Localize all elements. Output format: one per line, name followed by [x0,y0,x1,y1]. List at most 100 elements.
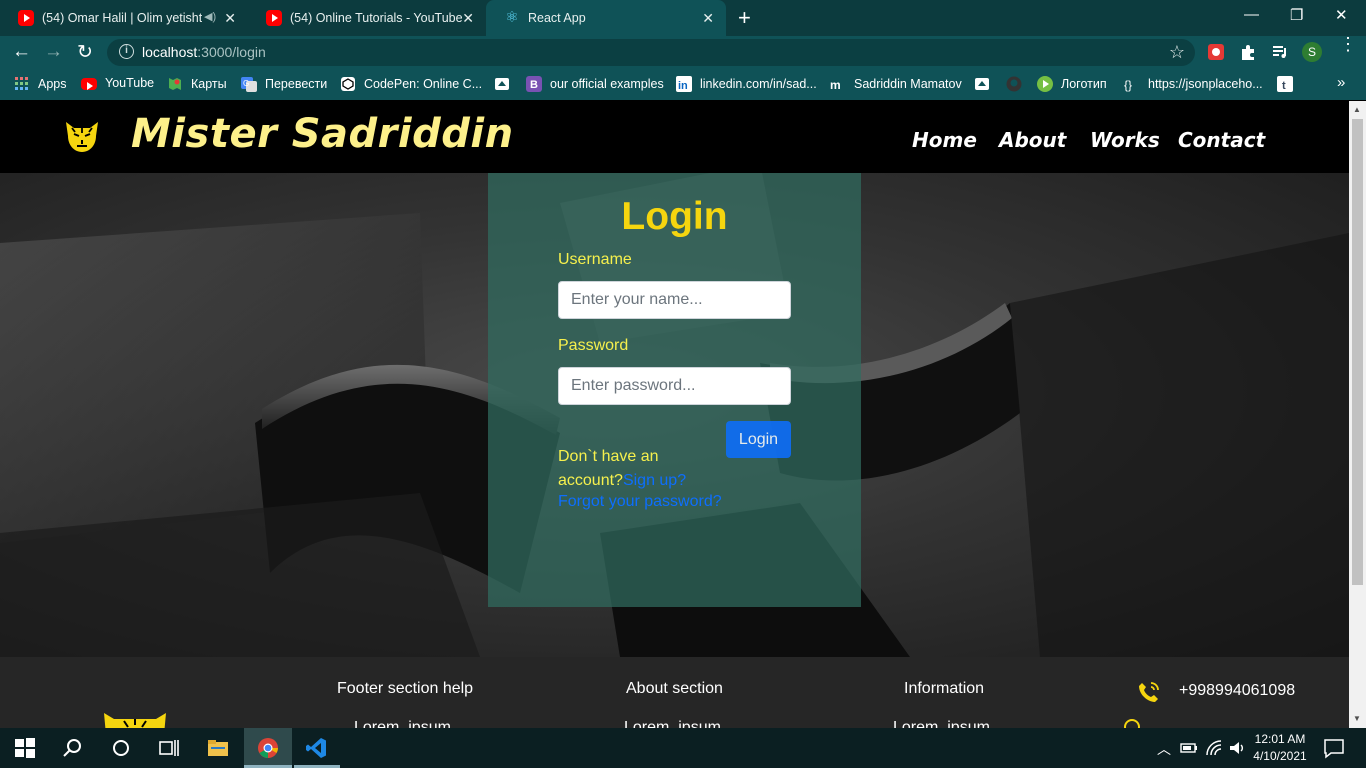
bookmark-maps[interactable]: Карты [167,76,227,92]
signup-link[interactable]: Sign up? [623,472,686,489]
play-icon [1037,76,1053,92]
login-button[interactable]: Login [726,421,791,458]
scroll-down-icon[interactable]: ▼ [1353,714,1361,723]
apps-grid-icon [15,77,28,90]
bookmark-linkedin[interactable]: in linkedin.com/in/sad... [676,76,817,92]
clock-time: 12:01 AM [1254,732,1306,746]
scrollbar-thumb[interactable] [1352,119,1363,585]
login-card: Login Username Password Login Don`t have… [488,173,861,607]
notifications-icon[interactable] [1323,737,1345,759]
bookmark-sadriddin[interactable]: m Sadriddin Mamatov [830,76,962,92]
footer-link[interactable]: Lorem, ipsum [893,719,990,728]
close-icon[interactable]: ✕ [224,10,236,27]
bookmark-icon [975,78,989,90]
site-header: Mister Sadriddin Home About Works Contac… [0,101,1349,173]
restore-icon[interactable]: ❐ [1290,6,1303,24]
bookmark-apps[interactable]: Apps [14,76,67,92]
password-input[interactable] [558,367,791,405]
chrome-icon[interactable] [257,737,279,759]
footer-link[interactable]: Lorem, ipsum [354,719,451,728]
reload-icon[interactable]: ↻ [77,41,93,64]
tab-react-app[interactable]: ⚛ React App ✕ [486,0,726,36]
svg-text:in: in [678,80,688,92]
close-icon[interactable]: ✕ [462,10,474,27]
extension-icon[interactable] [1207,43,1225,61]
mm-icon: m [830,78,841,92]
bookmark-jsonplaceholder[interactable]: {} https://jsonplaceho... [1124,76,1263,92]
browser-tab-strip: (54) Omar Halil | Olim yetisht ◀) ✕ (54)… [0,0,1366,36]
footer-heading-help: Footer section help [337,680,474,697]
svg-text:{}: {} [1124,78,1132,92]
page-viewport: Mister Sadriddin Home About Works Contac… [0,101,1349,728]
bookmark-github[interactable] [1006,76,1030,92]
no-account-text: Don`t have an account?Sign up? [558,448,687,489]
footer-link[interactable]: Lorem, ipsum [624,719,721,728]
location-icon [1124,719,1140,728]
address-toolbar: ← → ↻ i localhost:3000/login ☆ [0,36,1366,68]
page-scrollbar[interactable]: ▲ ▼ [1349,101,1366,728]
username-input[interactable] [558,281,791,319]
file-explorer-icon[interactable] [207,737,229,759]
codepen-icon [341,77,355,91]
site-info-icon[interactable]: i [119,44,134,59]
tray-overflow-icon[interactable]: ︿ [1157,739,1171,759]
window-close-icon[interactable]: ✕ [1335,6,1348,24]
react-icon: ⚛ [505,9,519,26]
nav-contact[interactable]: Contact [1178,128,1265,152]
back-icon[interactable]: ← [12,41,31,63]
close-icon[interactable]: ✕ [702,10,714,27]
tab-title: (54) Omar Halil | Olim yetisht [42,11,202,25]
footer-phone: +998994061098 [1179,682,1296,699]
bookmark-unnamed-1[interactable] [494,76,518,92]
bootstrap-icon: B [526,76,542,92]
maps-icon [169,78,181,90]
bookmark-star-icon[interactable]: ☆ [1169,42,1185,63]
tiger-logo-icon [104,713,166,728]
wifi-icon[interactable] [1205,739,1223,757]
bookmark-unnamed-2[interactable] [974,76,998,92]
password-label: Password [558,337,629,354]
tab-online-tutorials[interactable]: (54) Online Tutorials - YouTube ✕ [248,0,486,36]
svg-text:G: G [243,79,249,88]
system-clock[interactable]: 12:01 AM 4/10/2021 [1250,731,1310,765]
username-label: Username [558,251,632,268]
battery-icon[interactable] [1180,739,1198,757]
search-icon[interactable] [62,737,84,759]
nav-works[interactable]: Works [1090,128,1160,152]
minimize-icon[interactable]: — [1244,6,1259,23]
nav-home[interactable]: Home [912,128,977,152]
bookmark-translate[interactable]: G Перевести [241,76,327,92]
bookmark-icon [495,78,509,90]
tab-omar-halil[interactable]: (54) Omar Halil | Olim yetisht ◀) ✕ [0,0,248,36]
translate-icon: G [241,77,257,92]
bookmark-tumblr[interactable]: t [1277,76,1301,92]
media-control-icon[interactable] [1271,43,1289,61]
audio-icon[interactable]: ◀) [204,10,216,23]
linkedin-icon: in [676,76,692,92]
bookmark-logotip[interactable]: Логотип [1037,76,1107,92]
browser-menu-icon[interactable]: ⋮ [1339,35,1357,53]
bookmark-codepen[interactable]: CodePen: Online C... [340,76,482,92]
nav-about[interactable]: About [999,128,1066,152]
svg-text:m: m [830,78,841,92]
forgot-password-link[interactable]: Forgot your password? [558,493,722,511]
windows-start-icon[interactable] [14,737,36,759]
cortana-icon[interactable] [110,737,132,759]
puzzle-icon[interactable] [1239,43,1257,61]
youtube-icon [266,10,282,26]
volume-icon[interactable] [1228,739,1246,757]
new-tab-icon[interactable]: + [738,5,751,31]
bookmarks-overflow-icon[interactable]: » [1337,74,1345,91]
github-icon [1006,76,1022,92]
vscode-icon[interactable] [305,737,327,759]
url-text: localhost:3000/login [142,44,266,60]
tiger-logo-icon[interactable] [62,116,102,156]
scroll-up-icon[interactable]: ▲ [1353,105,1361,114]
profile-avatar[interactable]: S [1302,42,1322,62]
forward-icon[interactable]: → [44,41,63,63]
bookmark-bootstrap[interactable]: B our official examples [526,76,664,92]
bookmark-youtube[interactable]: YouTube [81,76,154,90]
site-brand[interactable]: Mister Sadriddin [131,111,514,157]
task-view-icon[interactable] [158,737,180,759]
url-bar[interactable]: i localhost:3000/login ☆ [107,39,1195,66]
